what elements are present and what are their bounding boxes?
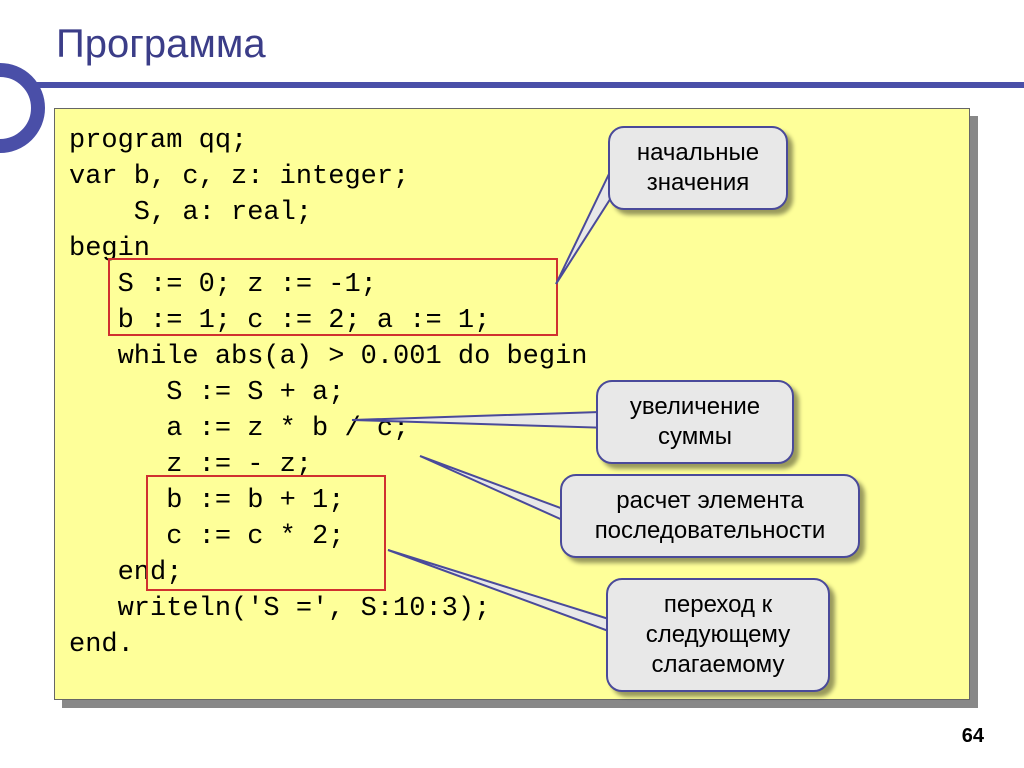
- page-number: 64: [962, 725, 984, 748]
- header-rule: [0, 82, 1024, 88]
- code-line: b := 1; c := 2; a := 1;: [69, 306, 490, 336]
- code-line: c := c * 2;: [69, 522, 344, 552]
- code-box: program qq; var b, c, z: integer; S, a: …: [54, 108, 970, 700]
- callout-sum-increase: увеличение суммы: [596, 380, 794, 464]
- callout-next-term: переход к следующему слагаемому: [606, 578, 830, 692]
- code-line: z := - z;: [69, 450, 312, 480]
- code-line: S := 0; z := -1;: [69, 270, 377, 300]
- code-line: begin: [69, 234, 150, 264]
- code-line: end.: [69, 630, 134, 660]
- code-line: b := b + 1;: [69, 486, 344, 516]
- code-line: end;: [69, 558, 182, 588]
- code-line: S := S + a;: [69, 378, 344, 408]
- code-line: program qq;: [69, 126, 247, 156]
- code-line: writeln('S =', S:10:3);: [69, 594, 490, 624]
- code-line: var b, c, z: integer;: [69, 162, 409, 192]
- code-line: a := z * b / c;: [69, 414, 409, 444]
- code-line: S, a: real;: [69, 198, 312, 228]
- corner-circle-icon: [0, 63, 45, 153]
- code-line: while abs(a) > 0.001 do begin: [69, 342, 587, 372]
- callout-initial-values: начальные значения: [608, 126, 788, 210]
- slide-title: Программа: [56, 22, 266, 67]
- callout-element-calc: расчет элемента последовательности: [560, 474, 860, 558]
